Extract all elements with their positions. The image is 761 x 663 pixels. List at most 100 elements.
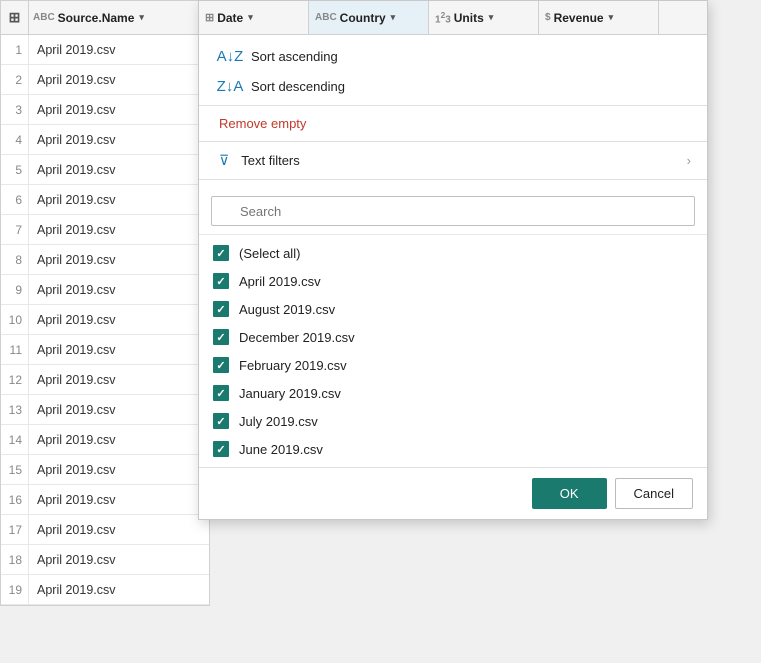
col-dropdown-arrow[interactable]: ▾: [139, 12, 144, 23]
checkbox[interactable]: [213, 301, 229, 317]
checkbox[interactable]: [213, 441, 229, 457]
search-input[interactable]: [211, 196, 695, 226]
filter-icon: ⊽: [219, 152, 229, 169]
row-number: 12: [1, 365, 29, 394]
date-type-icon: ⊞: [205, 11, 214, 24]
cancel-button[interactable]: Cancel: [615, 478, 693, 509]
units-type-icon: 123: [435, 10, 451, 25]
sort-asc-label: Sort ascending: [251, 49, 338, 64]
sort-asc-icon: A↓Z: [219, 47, 241, 65]
row-cell-source: April 2019.csv: [29, 223, 209, 237]
table-row: 10 April 2019.csv: [1, 305, 209, 335]
checkbox-item[interactable]: January 2019.csv: [199, 379, 707, 407]
grid-icon-col: ⊞: [1, 1, 29, 34]
row-cell-source: April 2019.csv: [29, 373, 209, 387]
table-row: 18 April 2019.csv: [1, 545, 209, 575]
row-cell-source: April 2019.csv: [29, 493, 209, 507]
revenue-col-label: Revenue: [554, 11, 604, 25]
revenue-col-header[interactable]: $ Revenue ▾: [539, 1, 659, 34]
table-row: 12 April 2019.csv: [1, 365, 209, 395]
row-cell-source: April 2019.csv: [29, 73, 209, 87]
row-number: 16: [1, 485, 29, 514]
table-row: 19 April 2019.csv: [1, 575, 209, 605]
checkbox-item[interactable]: (Select all): [199, 239, 707, 267]
date-col-label: Date: [217, 11, 243, 25]
row-cell-source: April 2019.csv: [29, 133, 209, 147]
row-cell-source: April 2019.csv: [29, 193, 209, 207]
country-col-arrow[interactable]: ▾: [391, 12, 396, 23]
checkbox[interactable]: [213, 329, 229, 345]
row-cell-source: April 2019.csv: [29, 283, 209, 297]
text-filters-label: Text filters: [241, 153, 300, 168]
search-section: 🔍: [199, 188, 707, 235]
row-number: 11: [1, 335, 29, 364]
remove-empty-item[interactable]: Remove empty: [199, 110, 707, 137]
revenue-col-arrow[interactable]: ▾: [609, 12, 614, 23]
checkbox-label: February 2019.csv: [239, 358, 347, 373]
country-col-header[interactable]: ABC Country ▾: [309, 1, 429, 34]
row-number: 17: [1, 515, 29, 544]
menu-divider-3: [199, 179, 707, 180]
checkbox-list: (Select all) April 2019.csv August 2019.…: [199, 235, 707, 467]
col-name-label: Source.Name: [58, 11, 135, 25]
search-wrapper: 🔍: [211, 196, 695, 226]
date-col-arrow[interactable]: ▾: [248, 12, 253, 23]
checkbox-item[interactable]: December 2019.csv: [199, 323, 707, 351]
row-cell-source: April 2019.csv: [29, 43, 209, 57]
revenue-type-icon: $: [545, 12, 551, 23]
row-cell-source: April 2019.csv: [29, 403, 209, 417]
checkbox-label: April 2019.csv: [239, 274, 321, 289]
row-number: 15: [1, 455, 29, 484]
units-col-header[interactable]: 123 Units ▾: [429, 1, 539, 34]
data-table: ⊞ ABC Source.Name ▾ 1 April 2019.csv 2 A…: [0, 0, 210, 606]
row-cell-source: April 2019.csv: [29, 463, 209, 477]
row-number: 2: [1, 65, 29, 94]
checkbox-item[interactable]: February 2019.csv: [199, 351, 707, 379]
source-name-col-header[interactable]: ABC Source.Name ▾: [29, 1, 209, 34]
checkbox[interactable]: [213, 413, 229, 429]
checkbox-item[interactable]: June 2019.csv: [199, 435, 707, 463]
ok-button[interactable]: OK: [532, 478, 607, 509]
checkbox[interactable]: [213, 357, 229, 373]
checkbox[interactable]: [213, 245, 229, 261]
row-number: 4: [1, 125, 29, 154]
table-row: 9 April 2019.csv: [1, 275, 209, 305]
row-cell-source: April 2019.csv: [29, 253, 209, 267]
table-body: 1 April 2019.csv 2 April 2019.csv 3 Apri…: [1, 35, 209, 605]
table-row: 15 April 2019.csv: [1, 455, 209, 485]
grid-icon: ⊞: [9, 9, 21, 26]
table-row: 16 April 2019.csv: [1, 485, 209, 515]
row-cell-source: April 2019.csv: [29, 163, 209, 177]
col-type-icon: ABC: [33, 12, 55, 23]
text-filters-arrow: ›: [687, 153, 691, 168]
sort-ascending-item[interactable]: A↓Z Sort ascending: [199, 41, 707, 71]
checkbox-label: July 2019.csv: [239, 414, 318, 429]
text-filters-item[interactable]: ⊽ Text filters ›: [199, 146, 707, 175]
sort-descending-item[interactable]: Z↓A Sort descending: [199, 71, 707, 101]
date-col-header[interactable]: ⊞ Date ▾: [199, 1, 309, 34]
checkbox-item[interactable]: August 2019.csv: [199, 295, 707, 323]
units-col-arrow[interactable]: ▾: [489, 12, 494, 23]
table-row: 17 April 2019.csv: [1, 515, 209, 545]
row-cell-source: April 2019.csv: [29, 103, 209, 117]
menu-divider-1: [199, 105, 707, 106]
checkbox-label: December 2019.csv: [239, 330, 355, 345]
table-row: 13 April 2019.csv: [1, 395, 209, 425]
checkbox-item[interactable]: July 2019.csv: [199, 407, 707, 435]
checkbox[interactable]: [213, 273, 229, 289]
table-row: 2 April 2019.csv: [1, 65, 209, 95]
checkbox[interactable]: [213, 385, 229, 401]
country-type-icon: ABC: [315, 12, 337, 23]
checkbox-item[interactable]: April 2019.csv: [199, 267, 707, 295]
checkbox-label: January 2019.csv: [239, 386, 341, 401]
checkbox-label: June 2019.csv: [239, 442, 323, 457]
sort-menu-section: A↓Z Sort ascending Z↓A Sort descending R…: [199, 35, 707, 188]
units-col-label: Units: [454, 11, 484, 25]
row-number: 6: [1, 185, 29, 214]
table-row: 3 April 2019.csv: [1, 95, 209, 125]
table-row: 4 April 2019.csv: [1, 125, 209, 155]
row-number: 10: [1, 305, 29, 334]
row-number: 19: [1, 575, 29, 604]
table-row: 5 April 2019.csv: [1, 155, 209, 185]
sort-desc-label: Sort descending: [251, 79, 345, 94]
